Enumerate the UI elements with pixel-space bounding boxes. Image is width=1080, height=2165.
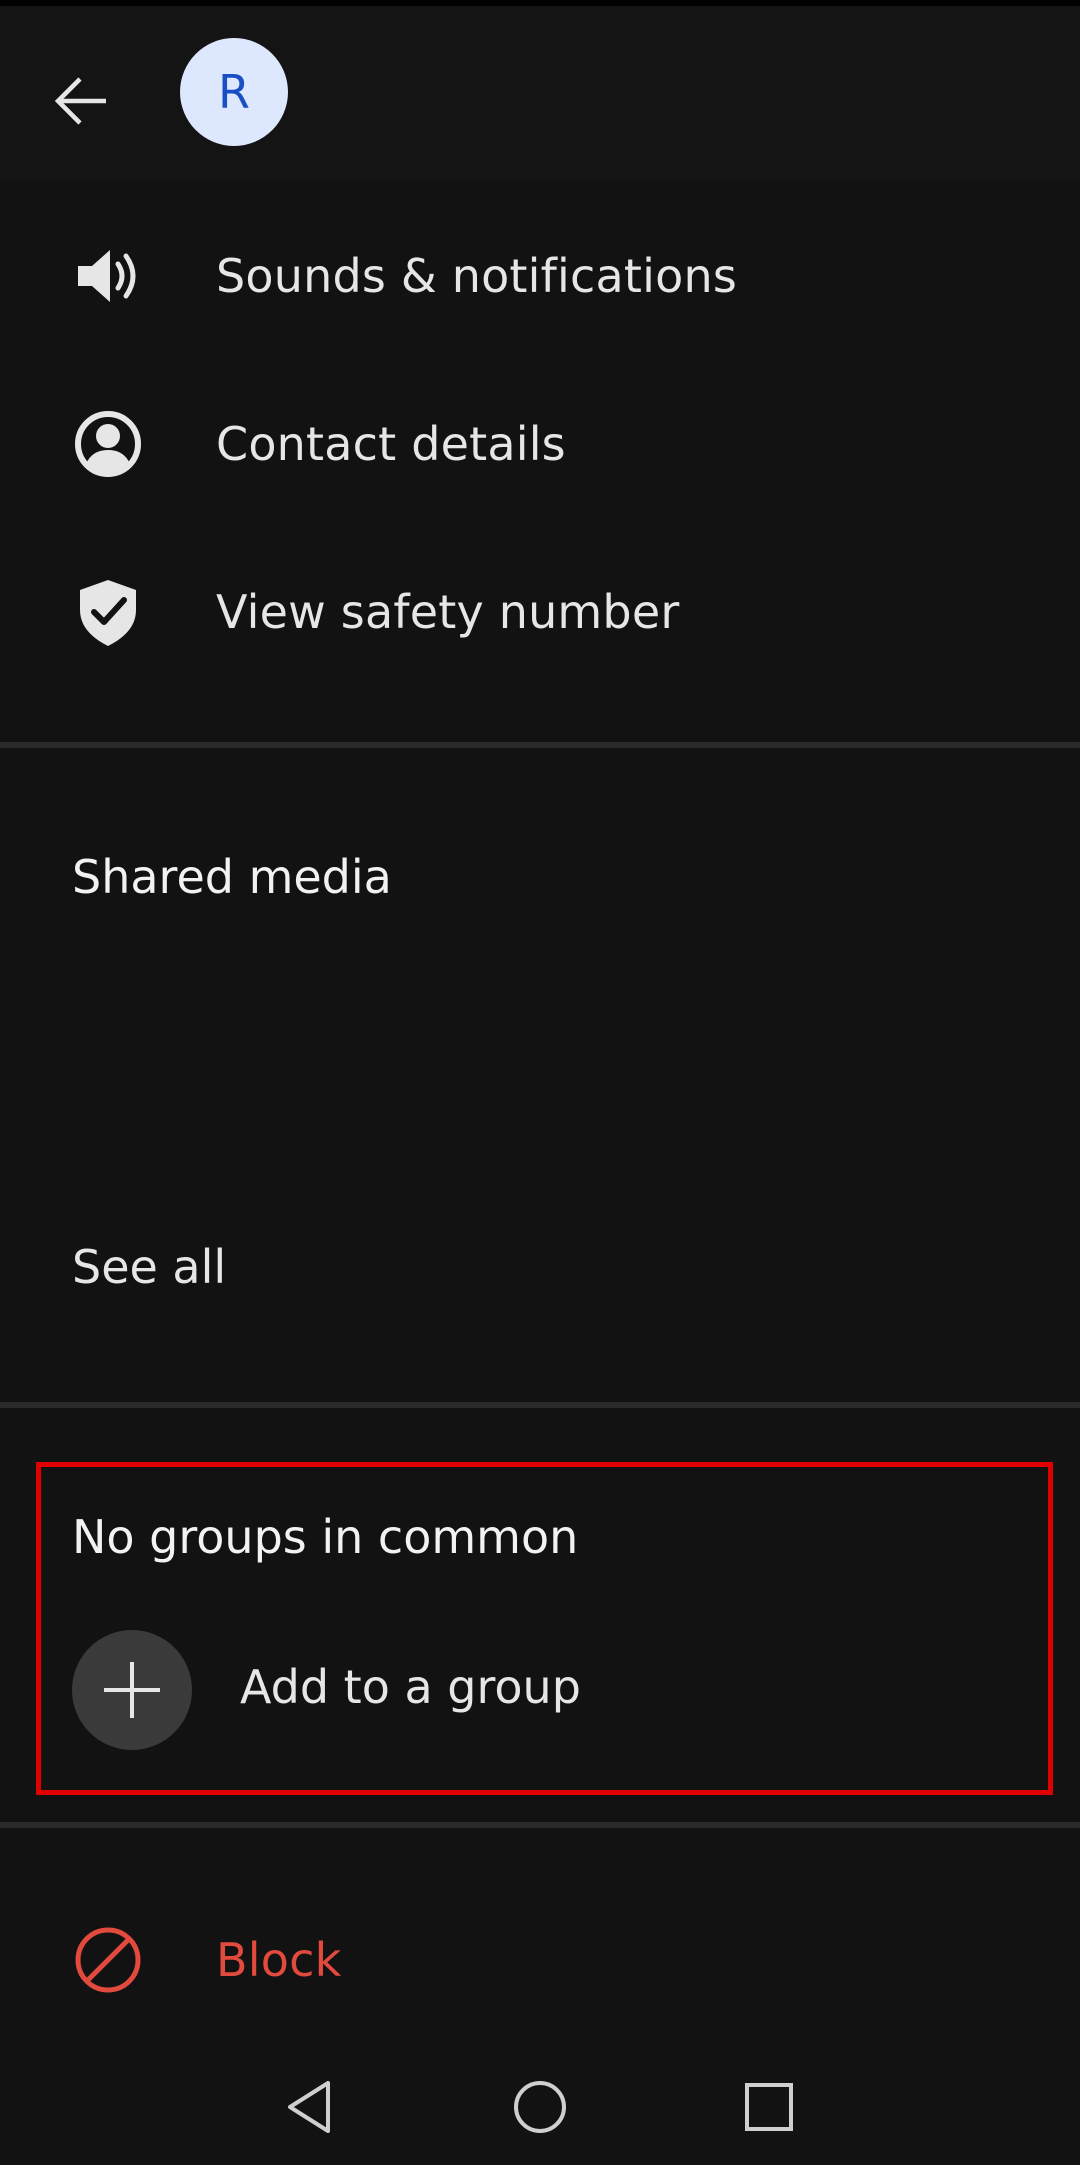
view-safety-number-row[interactable]: View safety number	[0, 528, 1080, 696]
sounds-notifications-row[interactable]: Sounds & notifications	[0, 192, 1080, 360]
arrow-left-icon	[54, 77, 106, 125]
nav-recents-button[interactable]	[737, 2075, 801, 2139]
block-label: Block	[216, 1933, 342, 1987]
divider	[0, 1822, 1080, 1828]
avatar[interactable]: R	[180, 38, 288, 146]
avatar-initial: R	[218, 65, 250, 119]
divider	[0, 1402, 1080, 1408]
speaker-icon	[72, 240, 144, 312]
contact-details-label: Contact details	[216, 417, 566, 471]
divider	[0, 742, 1080, 748]
back-button[interactable]	[42, 61, 122, 141]
block-icon	[72, 1924, 144, 1996]
view-safety-number-label: View safety number	[216, 585, 680, 639]
person-circle-icon	[72, 408, 144, 480]
nav-home-icon	[514, 2081, 566, 2133]
nav-back-button[interactable]	[278, 2075, 342, 2139]
shared-media-title: Shared media	[72, 850, 392, 904]
see-all-link[interactable]: See all	[72, 1240, 226, 1294]
contact-details-row[interactable]: Contact details	[0, 360, 1080, 528]
shield-check-icon	[72, 576, 144, 648]
nav-home-button[interactable]	[508, 2075, 572, 2139]
block-row[interactable]: Block	[0, 1876, 1080, 2044]
add-to-group-label[interactable]: Add to a group	[240, 1660, 581, 1714]
sounds-notifications-label: Sounds & notifications	[216, 249, 737, 303]
add-to-group-button[interactable]	[72, 1630, 192, 1750]
nav-back-icon	[288, 2081, 330, 2133]
top-bar: R	[0, 0, 1080, 180]
groups-title: No groups in common	[72, 1510, 579, 1564]
nav-recents-icon	[745, 2083, 793, 2131]
plus-icon	[104, 1662, 160, 1718]
